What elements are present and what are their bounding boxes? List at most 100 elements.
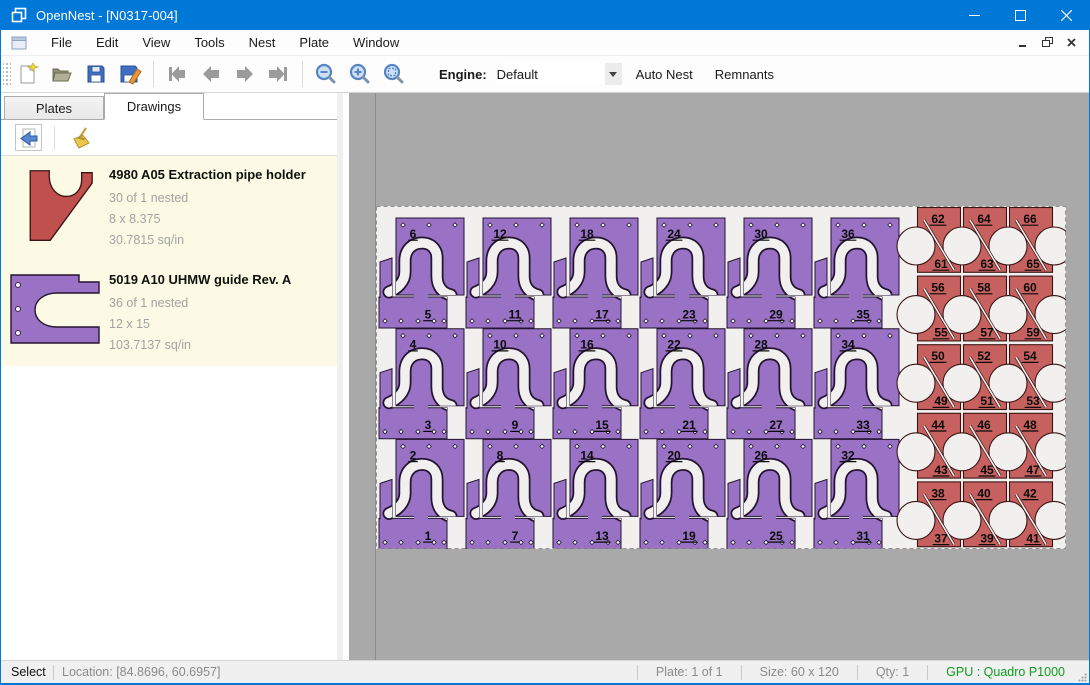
close-button[interactable] [1043, 0, 1089, 30]
auto-nest-button[interactable]: Auto Nest [628, 62, 701, 87]
window-title: OpenNest - [N0317-004] [36, 8, 951, 23]
save-as-button[interactable] [113, 59, 147, 89]
svg-text:8: 8 [497, 448, 504, 462]
open-folder-icon [50, 62, 74, 86]
red-part-row[interactable]: 626164636665 [897, 208, 1066, 273]
red-part-row[interactable]: 444346454847 [897, 413, 1066, 478]
drawings-list: 4980 A05 Extraction pipe holder 30 of 1 … [1, 156, 337, 366]
tab-drawings[interactable]: Drawings [104, 93, 204, 120]
svg-text:27: 27 [769, 418, 783, 432]
drawing-title: 5019 A10 UHMW guide Rev. A [109, 272, 291, 287]
app-icon [11, 7, 27, 23]
title-bar: OpenNest - [N0317-004] [1, 0, 1089, 30]
new-button[interactable] [11, 59, 45, 89]
red-part-row[interactable]: 383740394241 [897, 482, 1066, 547]
nav-first-icon [165, 62, 189, 86]
plate-view[interactable]: 6512111817242330293635431091615222128273… [376, 206, 1066, 549]
svg-text:42: 42 [1023, 486, 1037, 500]
menu-nest[interactable]: Nest [237, 31, 288, 54]
resize-grip[interactable] [1075, 661, 1089, 684]
mdi-restore-button[interactable] [1037, 34, 1057, 52]
svg-text:51: 51 [980, 394, 994, 408]
status-mode: Select [1, 665, 45, 679]
remnants-button[interactable]: Remnants [707, 62, 782, 87]
status-plate: Plate: 1 of 1 [646, 665, 733, 679]
svg-text:11: 11 [509, 308, 522, 322]
svg-text:58: 58 [977, 281, 991, 295]
red-part-row[interactable]: 565558576059 [897, 276, 1066, 341]
svg-text:47: 47 [1026, 463, 1040, 477]
drawing-area: 30.7815 sq/in [109, 230, 306, 251]
mdi-close-button[interactable] [1061, 34, 1081, 52]
tab-plates[interactable]: Plates [4, 96, 104, 119]
status-gpu: GPU : Quadro P1000 [936, 665, 1075, 679]
import-back-button[interactable] [15, 124, 42, 151]
engine-dropdown-button[interactable] [605, 63, 622, 85]
menu-window[interactable]: Window [341, 31, 411, 54]
svg-text:3: 3 [425, 418, 432, 432]
mdi-system-icon[interactable] [11, 36, 27, 50]
svg-text:52: 52 [977, 349, 991, 363]
minimize-button[interactable] [951, 0, 997, 30]
drawing-title: 4980 A05 Extraction pipe holder [109, 167, 306, 182]
svg-text:17: 17 [595, 308, 609, 322]
list-item[interactable]: 4980 A05 Extraction pipe holder 30 of 1 … [1, 156, 337, 261]
svg-text:4: 4 [410, 338, 417, 352]
drawing-size: 8 x 8.375 [109, 209, 306, 230]
svg-text:13: 13 [595, 529, 609, 543]
nav-last-icon [267, 62, 291, 86]
svg-text:55: 55 [934, 326, 948, 340]
svg-text:24: 24 [667, 227, 681, 241]
svg-text:57: 57 [980, 326, 994, 340]
maximize-button[interactable] [997, 0, 1043, 30]
panel-toolbar [1, 120, 337, 156]
zoom-fit-button[interactable] [377, 59, 411, 89]
nest-canvas[interactable]: 6512111817242330293635431091615222128273… [349, 93, 1089, 660]
nav-first-button[interactable] [160, 59, 194, 89]
menu-bar: File Edit View Tools Nest Plate Window [1, 30, 1089, 56]
zoom-in-button[interactable] [343, 59, 377, 89]
menu-file[interactable]: File [39, 31, 84, 54]
import-back-icon [18, 127, 40, 149]
save-button[interactable] [79, 59, 113, 89]
open-button[interactable] [45, 59, 79, 89]
nav-next-button[interactable] [228, 59, 262, 89]
svg-text:33: 33 [856, 418, 870, 432]
clean-broom-icon [70, 126, 94, 150]
list-item[interactable]: 5019 A10 UHMW guide Rev. A 36 of 1 neste… [1, 261, 337, 366]
save-icon [84, 62, 108, 86]
menu-tools[interactable]: Tools [182, 31, 236, 54]
svg-text:40: 40 [977, 486, 991, 500]
nav-prev-icon [199, 62, 223, 86]
part-thumbnail-purple [9, 273, 101, 345]
svg-text:20: 20 [667, 448, 681, 462]
nav-prev-button[interactable] [194, 59, 228, 89]
menu-plate[interactable]: Plate [287, 31, 341, 54]
svg-text:34: 34 [841, 338, 855, 352]
menu-edit[interactable]: Edit [84, 31, 130, 54]
svg-text:63: 63 [980, 257, 994, 271]
svg-text:37: 37 [934, 531, 948, 545]
svg-text:65: 65 [1026, 257, 1040, 271]
close-icon [1061, 10, 1072, 21]
menu-view[interactable]: View [130, 31, 182, 54]
svg-text:62: 62 [931, 212, 945, 226]
mdi-close-icon [1067, 38, 1076, 47]
mdi-minimize-button[interactable] [1013, 34, 1033, 52]
svg-text:29: 29 [769, 308, 783, 322]
zoom-out-button[interactable] [309, 59, 343, 89]
toolbar-grip[interactable] [3, 61, 11, 87]
svg-text:1: 1 [425, 529, 432, 543]
svg-text:66: 66 [1023, 212, 1037, 226]
red-part-row[interactable]: 504952515453 [897, 345, 1066, 410]
nav-last-button[interactable] [262, 59, 296, 89]
svg-text:56: 56 [931, 281, 945, 295]
svg-text:31: 31 [856, 529, 870, 543]
part-thumbnail-red [15, 168, 95, 244]
svg-text:7: 7 [512, 529, 519, 543]
clean-button[interactable] [68, 124, 95, 151]
status-qty: Qty: 1 [866, 665, 919, 679]
svg-text:41: 41 [1026, 531, 1040, 545]
svg-text:45: 45 [980, 463, 994, 477]
engine-select[interactable]: Default [497, 63, 605, 85]
